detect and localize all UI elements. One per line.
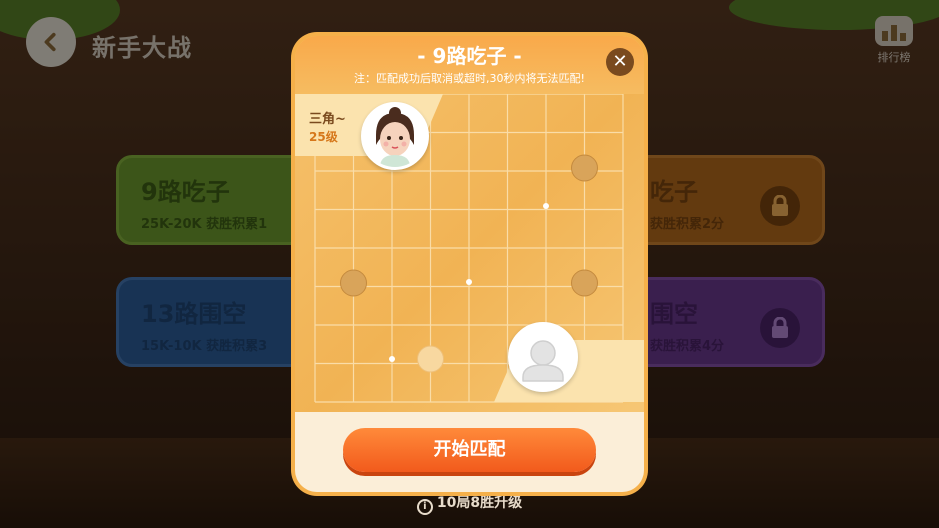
upgrade-note-text: 10局8胜升级	[436, 495, 523, 511]
close-icon: ✕	[612, 51, 628, 72]
close-button[interactable]: ✕	[606, 48, 634, 76]
start-match-button[interactable]: 开始匹配	[343, 428, 596, 472]
player1-avatar	[361, 102, 429, 170]
upgrade-note: i 10局8胜升级	[0, 492, 939, 515]
avatar-placeholder-icon	[511, 325, 575, 389]
modal-note: 注：匹配成功后取消或超时,30秒内将无法匹配!	[354, 72, 585, 85]
player1-name: 三角~	[309, 112, 346, 127]
player2-avatar	[508, 322, 578, 392]
modal-title: - 9路吃子 -	[417, 44, 522, 68]
player1-level: 25级	[309, 130, 338, 144]
match-modal: - 9路吃子 - 注：匹配成功后取消或超时,30秒内将无法匹配! ✕ 三角~ 2…	[295, 36, 644, 492]
info-icon: i	[416, 499, 433, 515]
avatar-icon	[364, 105, 426, 167]
